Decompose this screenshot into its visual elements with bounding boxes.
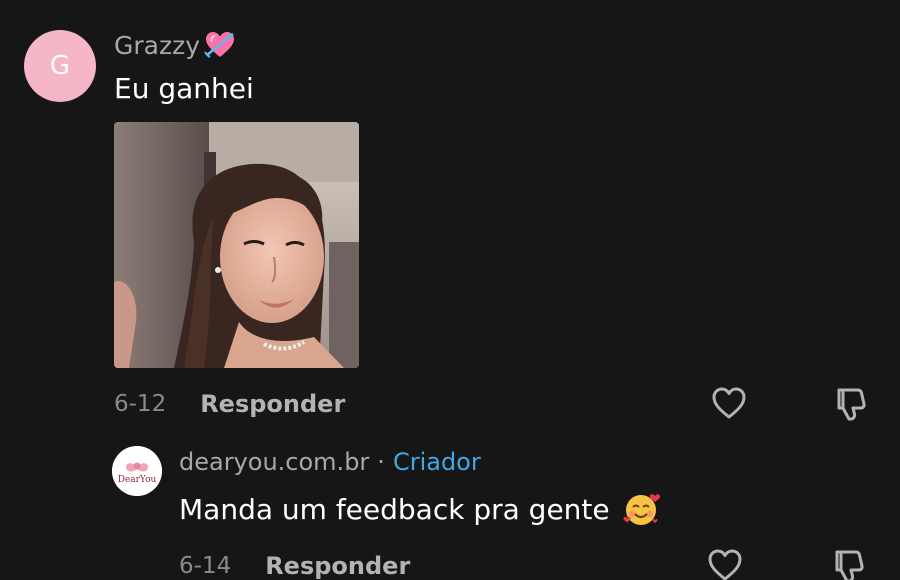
comment-username[interactable]: Grazzy	[114, 31, 200, 60]
user-avatar[interactable]: G	[24, 30, 96, 102]
reply-username-row[interactable]: dearyou.com.br · Criador	[179, 448, 481, 476]
brand-avatar[interactable]: DearYou	[112, 446, 162, 496]
comment-meta-row: 6-12 Responder	[114, 390, 345, 418]
heart-icon[interactable]	[707, 548, 743, 580]
avatar-letter: G	[49, 51, 71, 81]
comment-username-row[interactable]: Grazzy	[114, 30, 236, 60]
comment-text: Eu ganhei	[114, 72, 254, 105]
reply-username[interactable]: dearyou.com.br	[179, 448, 369, 476]
creator-badge: Criador	[392, 448, 481, 476]
reply-meta-row: 6-14 Responder	[179, 552, 410, 580]
comments-screen: G Grazzy Eu ganhei 6-12 Responder DearYo…	[0, 0, 900, 580]
heart-arrow-icon	[204, 32, 235, 58]
dislike-icon[interactable]	[832, 386, 870, 422]
photo-image	[114, 122, 359, 368]
comment-date: 6-12	[114, 391, 167, 417]
dislike-icon[interactable]	[830, 548, 868, 580]
dearyou-logo-icon: DearYou	[112, 446, 162, 496]
reply-text: Manda um feedback pra gente	[179, 492, 610, 526]
reply-text-row: Manda um feedback pra gente	[179, 490, 660, 528]
smiling-face-with-hearts-icon	[623, 494, 660, 525]
comment-photo[interactable]	[114, 122, 359, 368]
reply-button[interactable]: Responder	[200, 390, 345, 418]
separator-dot: ·	[377, 448, 385, 476]
svg-text:DearYou: DearYou	[118, 475, 157, 485]
reply-date: 6-14	[179, 553, 232, 579]
reply-reply-button[interactable]: Responder	[265, 552, 410, 580]
heart-icon[interactable]	[711, 386, 747, 420]
